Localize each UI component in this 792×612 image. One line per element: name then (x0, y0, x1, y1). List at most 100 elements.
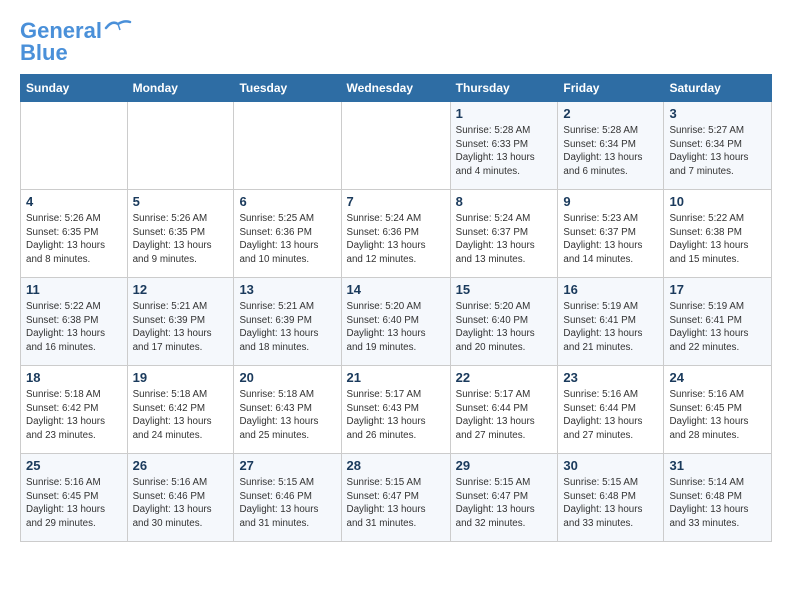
day-number: 18 (26, 370, 122, 385)
logo: General Blue (20, 20, 132, 64)
day-info: Sunrise: 5:26 AM Sunset: 6:35 PM Dayligh… (133, 212, 229, 267)
calendar-cell: 27 Sunrise: 5:15 AM Sunset: 6:46 PM Dayli… (234, 454, 341, 542)
day-info: Sunrise: 5:15 AM Sunset: 6:47 PM Dayligh… (456, 476, 553, 531)
day-number: 30 (563, 458, 658, 473)
day-number: 8 (456, 194, 553, 209)
header-tuesday: Tuesday (234, 75, 341, 102)
day-number: 6 (239, 194, 335, 209)
calendar-cell: 16 Sunrise: 5:19 AM Sunset: 6:41 PM Dayli… (558, 278, 664, 366)
day-info: Sunrise: 5:21 AM Sunset: 6:39 PM Dayligh… (133, 300, 229, 355)
page-header: General Blue (20, 20, 772, 64)
calendar-header-row: SundayMondayTuesdayWednesdayThursdayFrid… (21, 75, 772, 102)
day-number: 1 (456, 106, 553, 121)
day-info: Sunrise: 5:21 AM Sunset: 6:39 PM Dayligh… (239, 300, 335, 355)
day-number: 29 (456, 458, 553, 473)
day-info: Sunrise: 5:24 AM Sunset: 6:37 PM Dayligh… (456, 212, 553, 267)
day-info: Sunrise: 5:15 AM Sunset: 6:47 PM Dayligh… (347, 476, 445, 531)
day-info: Sunrise: 5:26 AM Sunset: 6:35 PM Dayligh… (26, 212, 122, 267)
calendar-cell: 11 Sunrise: 5:22 AM Sunset: 6:38 PM Dayli… (21, 278, 128, 366)
day-info: Sunrise: 5:28 AM Sunset: 6:33 PM Dayligh… (456, 124, 553, 179)
header-sunday: Sunday (21, 75, 128, 102)
day-number: 3 (669, 106, 766, 121)
logo-text: General (20, 20, 102, 42)
calendar-cell: 31Sunrise: 5:14 AM Sunset: 6:48 PM Dayli… (664, 454, 772, 542)
day-number: 2 (563, 106, 658, 121)
day-number: 24 (669, 370, 766, 385)
day-number: 4 (26, 194, 122, 209)
week-row-5: 25 Sunrise: 5:16 AM Sunset: 6:45 PM Dayli… (21, 454, 772, 542)
day-number: 13 (239, 282, 335, 297)
calendar-cell: 18 Sunrise: 5:18 AM Sunset: 6:42 PM Dayli… (21, 366, 128, 454)
calendar-cell (127, 102, 234, 190)
calendar-cell: 19Sunrise: 5:18 AM Sunset: 6:42 PM Dayli… (127, 366, 234, 454)
day-info: Sunrise: 5:25 AM Sunset: 6:36 PM Dayligh… (239, 212, 335, 267)
day-number: 28 (347, 458, 445, 473)
calendar-cell: 9Sunrise: 5:23 AM Sunset: 6:37 PM Daylig… (558, 190, 664, 278)
day-info: Sunrise: 5:15 AM Sunset: 6:46 PM Dayligh… (239, 476, 335, 531)
calendar-cell: 28 Sunrise: 5:15 AM Sunset: 6:47 PM Dayli… (341, 454, 450, 542)
calendar-cell: 17 Sunrise: 5:19 AM Sunset: 6:41 PM Dayli… (664, 278, 772, 366)
day-number: 21 (347, 370, 445, 385)
calendar-cell: 23Sunrise: 5:16 AM Sunset: 6:44 PM Dayli… (558, 366, 664, 454)
day-number: 11 (26, 282, 122, 297)
day-info: Sunrise: 5:15 AM Sunset: 6:48 PM Dayligh… (563, 476, 658, 531)
day-number: 14 (347, 282, 445, 297)
week-row-3: 11 Sunrise: 5:22 AM Sunset: 6:38 PM Dayli… (21, 278, 772, 366)
week-row-2: 4 Sunrise: 5:26 AM Sunset: 6:35 PM Daylig… (21, 190, 772, 278)
day-number: 20 (239, 370, 335, 385)
day-number: 19 (133, 370, 229, 385)
calendar-cell: 14 Sunrise: 5:20 AM Sunset: 6:40 PM Dayli… (341, 278, 450, 366)
day-info: Sunrise: 5:16 AM Sunset: 6:45 PM Dayligh… (26, 476, 122, 531)
calendar-cell (234, 102, 341, 190)
calendar-cell: 6 Sunrise: 5:25 AM Sunset: 6:36 PM Daylig… (234, 190, 341, 278)
day-number: 12 (133, 282, 229, 297)
day-number: 26 (133, 458, 229, 473)
day-info: Sunrise: 5:28 AM Sunset: 6:34 PM Dayligh… (563, 124, 658, 179)
calendar-cell: 5 Sunrise: 5:26 AM Sunset: 6:35 PM Daylig… (127, 190, 234, 278)
day-number: 5 (133, 194, 229, 209)
calendar-cell: 7Sunrise: 5:24 AM Sunset: 6:36 PM Daylig… (341, 190, 450, 278)
day-info: Sunrise: 5:20 AM Sunset: 6:40 PM Dayligh… (347, 300, 445, 355)
calendar-cell: 10 Sunrise: 5:22 AM Sunset: 6:38 PM Dayli… (664, 190, 772, 278)
calendar-body: 1 Sunrise: 5:28 AM Sunset: 6:33 PM Daylig… (21, 102, 772, 542)
calendar-cell: 30 Sunrise: 5:15 AM Sunset: 6:48 PM Dayli… (558, 454, 664, 542)
day-number: 15 (456, 282, 553, 297)
day-number: 17 (669, 282, 766, 297)
header-saturday: Saturday (664, 75, 772, 102)
calendar-cell: 2 Sunrise: 5:28 AM Sunset: 6:34 PM Daylig… (558, 102, 664, 190)
calendar-cell: 29 Sunrise: 5:15 AM Sunset: 6:47 PM Dayli… (450, 454, 558, 542)
day-info: Sunrise: 5:19 AM Sunset: 6:41 PM Dayligh… (669, 300, 766, 355)
day-number: 27 (239, 458, 335, 473)
day-info: Sunrise: 5:20 AM Sunset: 6:40 PM Dayligh… (456, 300, 553, 355)
calendar-cell: 21Sunrise: 5:17 AM Sunset: 6:43 PM Dayli… (341, 366, 450, 454)
day-number: 10 (669, 194, 766, 209)
calendar-cell: 25 Sunrise: 5:16 AM Sunset: 6:45 PM Dayli… (21, 454, 128, 542)
day-info: Sunrise: 5:24 AM Sunset: 6:36 PM Dayligh… (347, 212, 445, 267)
header-friday: Friday (558, 75, 664, 102)
day-info: Sunrise: 5:27 AM Sunset: 6:34 PM Dayligh… (669, 124, 766, 179)
day-info: Sunrise: 5:18 AM Sunset: 6:42 PM Dayligh… (26, 388, 122, 443)
day-info: Sunrise: 5:22 AM Sunset: 6:38 PM Dayligh… (669, 212, 766, 267)
day-info: Sunrise: 5:18 AM Sunset: 6:43 PM Dayligh… (239, 388, 335, 443)
day-info: Sunrise: 5:17 AM Sunset: 6:44 PM Dayligh… (456, 388, 553, 443)
day-info: Sunrise: 5:16 AM Sunset: 6:44 PM Dayligh… (563, 388, 658, 443)
calendar-cell: 22Sunrise: 5:17 AM Sunset: 6:44 PM Dayli… (450, 366, 558, 454)
calendar-cell: 8 Sunrise: 5:24 AM Sunset: 6:37 PM Daylig… (450, 190, 558, 278)
calendar-cell: 3 Sunrise: 5:27 AM Sunset: 6:34 PM Daylig… (664, 102, 772, 190)
day-info: Sunrise: 5:22 AM Sunset: 6:38 PM Dayligh… (26, 300, 122, 355)
header-thursday: Thursday (450, 75, 558, 102)
day-info: Sunrise: 5:19 AM Sunset: 6:41 PM Dayligh… (563, 300, 658, 355)
calendar-cell: 1 Sunrise: 5:28 AM Sunset: 6:33 PM Daylig… (450, 102, 558, 190)
day-number: 9 (563, 194, 658, 209)
day-number: 25 (26, 458, 122, 473)
day-number: 16 (563, 282, 658, 297)
calendar-cell: 15 Sunrise: 5:20 AM Sunset: 6:40 PM Dayli… (450, 278, 558, 366)
calendar-cell: 4 Sunrise: 5:26 AM Sunset: 6:35 PM Daylig… (21, 190, 128, 278)
calendar-cell: 20 Sunrise: 5:18 AM Sunset: 6:43 PM Dayli… (234, 366, 341, 454)
header-monday: Monday (127, 75, 234, 102)
calendar-table: SundayMondayTuesdayWednesdayThursdayFrid… (20, 74, 772, 542)
day-info: Sunrise: 5:16 AM Sunset: 6:46 PM Dayligh… (133, 476, 229, 531)
day-info: Sunrise: 5:16 AM Sunset: 6:45 PM Dayligh… (669, 388, 766, 443)
calendar-cell: 24 Sunrise: 5:16 AM Sunset: 6:45 PM Dayli… (664, 366, 772, 454)
logo-bird-icon (104, 18, 132, 36)
